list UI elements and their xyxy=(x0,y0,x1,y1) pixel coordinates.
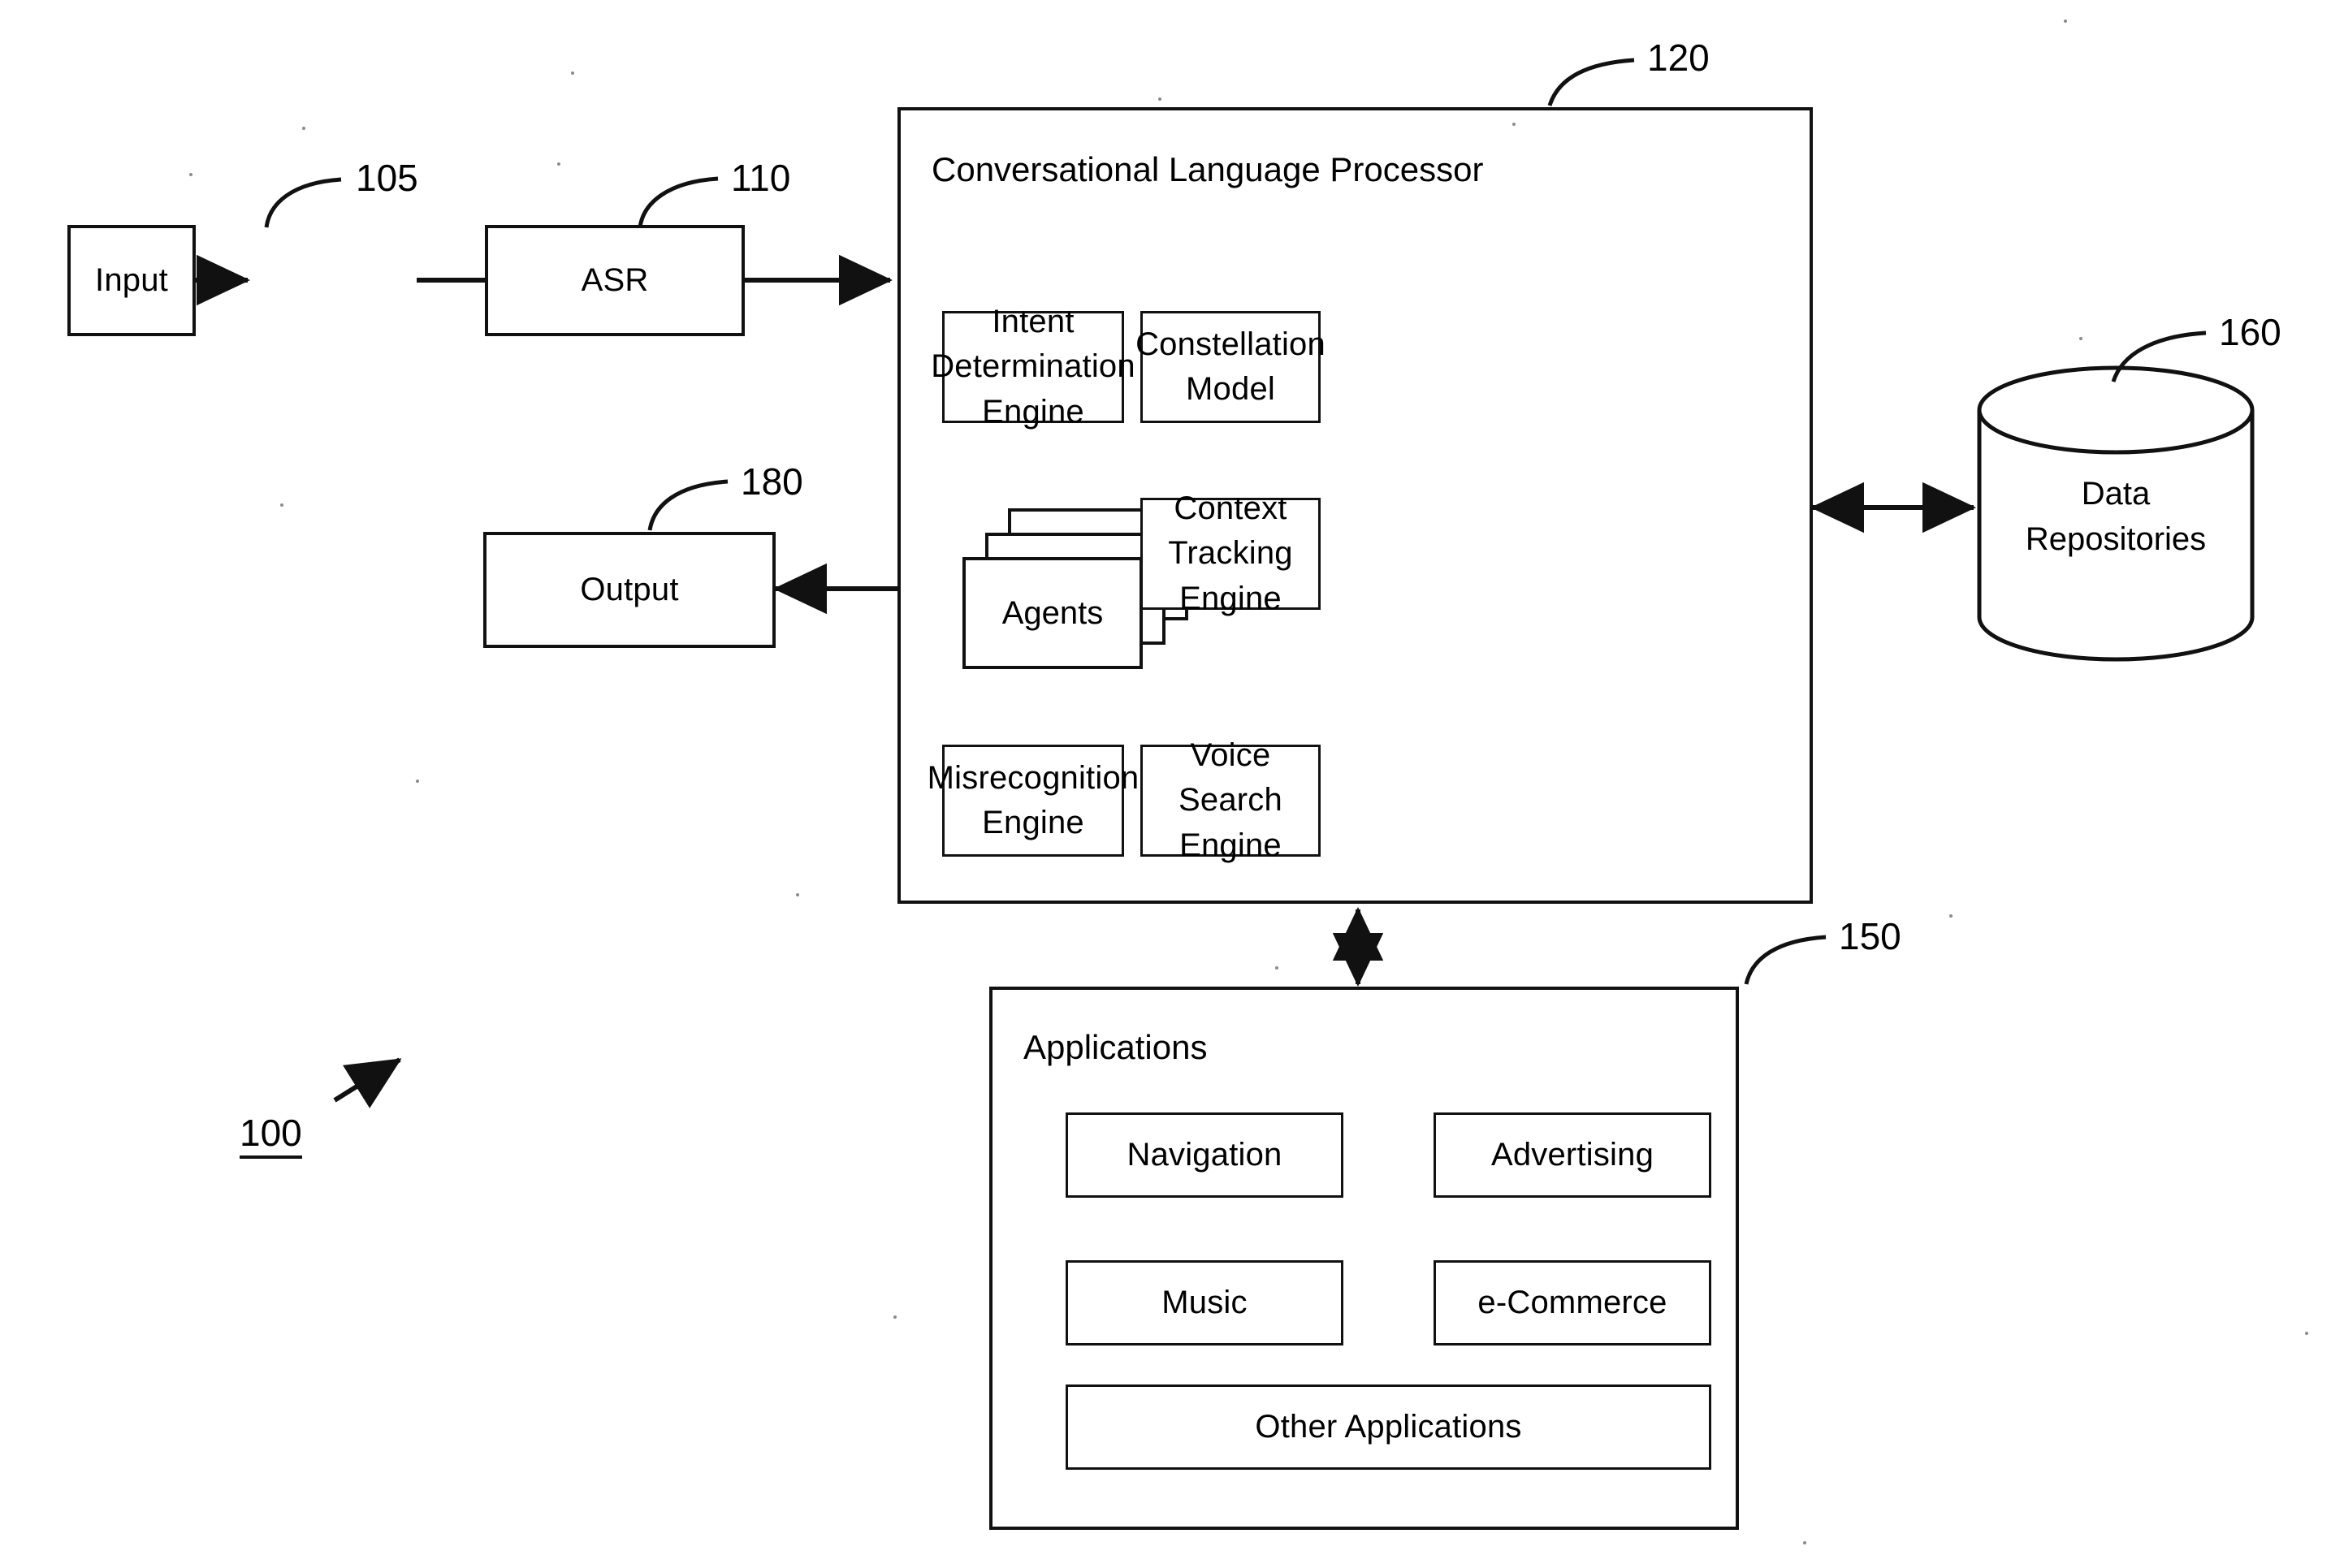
ref-120: 120 xyxy=(1647,37,1710,79)
leader-150 xyxy=(1744,935,1827,985)
context-tracking-engine-box: Context Tracking Engine xyxy=(1140,490,1321,616)
scan-speck xyxy=(2305,1332,2308,1335)
misrecognition-engine-box: Misrecognition Engine xyxy=(928,745,1139,857)
ref-160: 160 xyxy=(2219,311,2281,353)
scan-speck xyxy=(1158,97,1161,101)
leader-105 xyxy=(264,177,342,228)
scan-speck xyxy=(1803,1541,1806,1544)
voice-search-engine-label-line1: Voice Search xyxy=(1178,737,1282,819)
ecommerce-app-box: e-Commerce xyxy=(1434,1260,1711,1346)
scan-speck xyxy=(1512,123,1516,126)
leader-180 xyxy=(647,479,729,531)
data-repositories-label-line2: Repositories xyxy=(2025,521,2207,557)
scan-speck xyxy=(302,127,305,130)
other-applications-box: Other Applications xyxy=(1066,1384,1711,1470)
scan-speck xyxy=(557,162,560,166)
scan-speck xyxy=(893,1315,897,1319)
other-applications-label: Other Applications xyxy=(1255,1408,1522,1445)
constellation-model-box: Constellation Model xyxy=(1135,311,1326,423)
leader-110 xyxy=(638,176,719,228)
scan-speck xyxy=(280,503,283,507)
misrecognition-engine-label-line1: Misrecognition xyxy=(927,759,1140,796)
scan-speck xyxy=(796,893,799,896)
ref-100-system: 100 xyxy=(240,1114,302,1159)
ref-150: 150 xyxy=(1839,915,1901,957)
voice-search-engine-box: Voice Search Engine xyxy=(1140,737,1321,863)
leader-120 xyxy=(1547,58,1635,106)
output-label: Output xyxy=(580,571,679,607)
patent-figure-canvas: 105 110 120 180 160 150 130a 130b 130c 1… xyxy=(0,0,2331,1568)
ref-105: 105 xyxy=(356,157,418,199)
context-tracking-engine-label-line1: Context Tracking xyxy=(1168,490,1293,572)
scan-speck xyxy=(2079,337,2082,340)
agents-label: Agents xyxy=(1001,594,1104,631)
data-repositories-label-line1: Data xyxy=(2081,476,2151,512)
scan-speck xyxy=(1275,966,1278,970)
input-box: Input xyxy=(67,225,196,336)
intent-determination-engine-box: Intent Determination Engine xyxy=(931,304,1135,429)
music-app-label: Music xyxy=(1161,1284,1248,1320)
music-app-box: Music xyxy=(1066,1260,1343,1346)
scan-speck xyxy=(2064,19,2067,23)
ref-180: 180 xyxy=(741,460,803,503)
ref-110: 110 xyxy=(731,157,791,199)
asr-box: ASR xyxy=(485,225,745,336)
output-box: Output xyxy=(483,532,776,648)
clp-title: Conversational Language Processor xyxy=(932,150,1484,188)
navigation-app-box: Navigation xyxy=(1066,1112,1343,1198)
advertising-app-box: Advertising xyxy=(1434,1112,1711,1198)
intent-determination-engine-label-line1: Intent Determination xyxy=(931,304,1135,385)
constellation-model-label-line2: Model xyxy=(1186,371,1275,407)
voice-search-engine-label-line2: Engine xyxy=(1179,827,1282,863)
ecommerce-app-label: e-Commerce xyxy=(1477,1284,1667,1320)
scan-speck xyxy=(1949,914,1953,918)
leader-160 xyxy=(2111,330,2207,382)
constellation-model-label-line1: Constellation xyxy=(1135,326,1326,362)
intent-determination-engine-label-line2: Engine xyxy=(982,393,1084,430)
agents-box: Agents xyxy=(962,557,1143,669)
data-repositories-text: Data Repositories xyxy=(1979,471,2252,562)
scan-speck xyxy=(571,71,574,75)
scan-speck xyxy=(189,173,192,176)
applications-title: Applications xyxy=(1023,1028,1208,1066)
navigation-app-label: Navigation xyxy=(1127,1136,1282,1173)
scan-speck xyxy=(416,780,419,783)
context-tracking-engine-label-line2: Engine xyxy=(1179,580,1282,616)
misrecognition-engine-label-line2: Engine xyxy=(982,805,1084,840)
asr-label: ASR xyxy=(581,261,649,298)
advertising-app-label: Advertising xyxy=(1490,1136,1654,1173)
input-label: Input xyxy=(95,261,168,298)
leader-100-arrow xyxy=(333,1057,402,1108)
